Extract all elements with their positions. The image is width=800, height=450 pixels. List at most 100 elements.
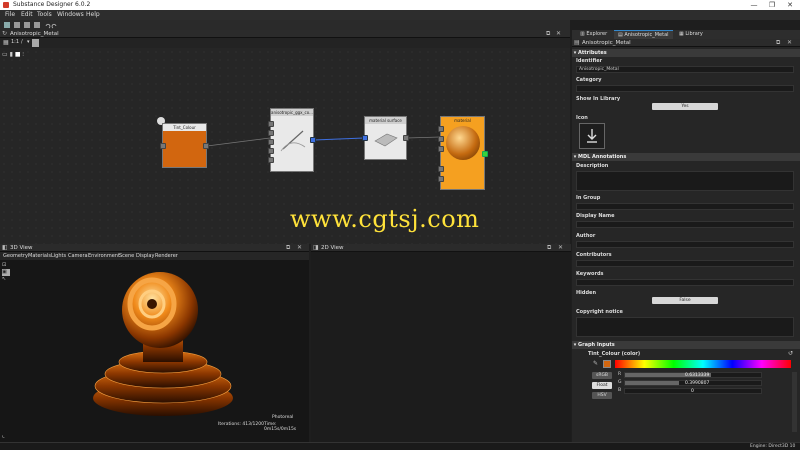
link-surface-output	[406, 136, 441, 139]
minimize-button[interactable]: —	[746, 0, 762, 10]
close-button[interactable]: ✕	[782, 0, 798, 10]
graph-refresh-icon[interactable]: ↻	[2, 30, 7, 38]
in-group-label: In Group	[576, 195, 601, 201]
node-aniso-out-port[interactable]	[310, 137, 316, 143]
node-surface-in-port[interactable]	[362, 135, 368, 141]
view3d-header: ◧ 3D View ⧉ ✕	[0, 244, 309, 252]
section-mdl-annotations[interactable]: ▾ MDL Annotations	[572, 153, 800, 161]
view3d-menu-geometry[interactable]: Geometry	[3, 252, 28, 260]
maximize-button[interactable]: ❐	[764, 0, 780, 10]
eyedropper-icon[interactable]: ✎	[593, 360, 598, 367]
grid-icon[interactable]: ▦	[3, 39, 9, 46]
save-all-icon	[34, 22, 40, 28]
node-output-out-port[interactable]	[482, 151, 488, 157]
node-aniso-port-3[interactable]	[268, 139, 274, 145]
show-in-library-toggle[interactable]: Yes	[652, 103, 718, 110]
node-output-port-1[interactable]	[438, 126, 444, 132]
menu-bar: File Edit Tools Windows Help	[0, 10, 800, 20]
node-aniso-port-1[interactable]	[268, 121, 274, 127]
reset-icon[interactable]: ↺	[788, 350, 793, 357]
copyright-field[interactable]	[576, 317, 794, 337]
node-material-output[interactable]: material	[438, 116, 488, 190]
view3d-menu-lights[interactable]: Lights	[51, 252, 66, 260]
section-attributes[interactable]: ▾ Attributes	[572, 49, 800, 57]
menu-windows[interactable]: Windows	[57, 11, 84, 18]
panel-float-icon[interactable]: ⧉	[546, 30, 550, 38]
node-aniso-port-5[interactable]	[268, 157, 274, 163]
node-surface-out-port[interactable]	[403, 135, 409, 141]
channel-r-label: R	[618, 372, 622, 377]
view2d-close-icon[interactable]: ✕	[558, 244, 563, 252]
save-icon	[24, 22, 30, 28]
graph-panel-header: ↻ Anisotropic_Metal ⧉ ✕	[0, 30, 570, 38]
node-material-surface[interactable]: material surface	[362, 116, 409, 160]
icon-picker[interactable]	[579, 123, 605, 149]
section-graph-inputs[interactable]: ▾ Graph Inputs	[572, 341, 800, 349]
menu-file[interactable]: File	[5, 11, 15, 18]
channel-b-slider[interactable]: 0	[624, 388, 762, 394]
contributors-label: Contributors	[576, 252, 612, 258]
node-output-port-4[interactable]	[438, 166, 444, 172]
mode-srgb-button[interactable]: sRGB	[592, 372, 612, 379]
mode-float-button[interactable]: Float	[592, 382, 612, 389]
properties-scrollbar[interactable]	[792, 372, 797, 432]
channel-r-slider[interactable]: 0.6313339	[624, 372, 762, 378]
node-aniso-port-2[interactable]	[268, 130, 274, 136]
panel-close-icon[interactable]: ✕	[556, 30, 561, 38]
view3d-viewport[interactable]: ⊡ ▣ ↖ Photoreal Iterations: 413/1200 Tim…	[0, 260, 309, 442]
path-field[interactable]	[32, 39, 39, 47]
keywords-field[interactable]	[576, 279, 794, 286]
graph-canvas[interactable]: ▭ ▮ ■ ⫶ Tint_Colour anisotropic_ggx_co..…	[0, 48, 570, 244]
node-output-port-2[interactable]	[438, 136, 444, 142]
identifier-field[interactable]: Anisotropic_Metal	[576, 66, 794, 73]
node-anisotropic[interactable]: anisotropic_ggx_co...	[268, 108, 316, 172]
view3d-menu-scene[interactable]: Scene	[119, 252, 134, 260]
channel-g-slider[interactable]: 0.3990807	[624, 380, 762, 386]
tab-explorer[interactable]: ▥ Explorer	[576, 30, 611, 39]
description-field[interactable]	[576, 171, 794, 191]
view2d-title: 2D View	[321, 245, 344, 251]
view3d-menu-camera[interactable]: Camera	[68, 252, 88, 260]
view2d-header: ◨ 2D View ⧉ ✕	[311, 244, 571, 252]
view3d-close-icon[interactable]: ✕	[297, 244, 302, 252]
category-field[interactable]	[576, 85, 794, 92]
view3d-float-icon[interactable]: ⧉	[286, 244, 290, 252]
render-mode: Photoreal	[272, 415, 294, 420]
view3d-menu-environment[interactable]: Environment	[88, 252, 120, 260]
view2d-viewport[interactable]	[311, 252, 571, 442]
identifier-label: Identifier	[576, 58, 603, 64]
in-group-field[interactable]	[576, 203, 794, 210]
node-tint-colour[interactable]: Tint_Colour	[160, 123, 209, 168]
node-output-port-3[interactable]	[438, 146, 444, 152]
node-tint-in-port[interactable]	[160, 143, 166, 149]
view3d-menu-renderer[interactable]: Renderer	[155, 252, 178, 260]
menu-edit[interactable]: Edit	[21, 11, 33, 18]
color-swatch[interactable]	[603, 360, 611, 368]
contributors-field[interactable]	[576, 260, 794, 267]
tab-library[interactable]: ▦ Library	[675, 30, 707, 39]
view3d-menu-display[interactable]: Display	[136, 252, 154, 260]
hue-bar[interactable]	[615, 360, 791, 368]
properties-header: ▤ Anisotropic_Metal ⧉ ✕	[572, 39, 800, 47]
toolbar-icons	[4, 22, 57, 29]
properties-float-icon[interactable]: ⧉	[776, 39, 780, 47]
node-tint-out-port[interactable]	[203, 143, 209, 149]
author-field[interactable]	[576, 241, 794, 248]
mode-hsv-button[interactable]: HSV	[592, 392, 612, 399]
properties-close-icon[interactable]: ✕	[787, 39, 792, 47]
view2d-icon: ◨	[313, 244, 319, 251]
hidden-toggle[interactable]: False	[652, 297, 718, 304]
zoom-level[interactable]: 1:1	[11, 39, 19, 45]
node-output-port-5[interactable]	[438, 176, 444, 182]
view3d-menu-materials[interactable]: Materials	[28, 252, 51, 260]
material-sphere-preview	[446, 126, 480, 160]
menu-tools[interactable]: Tools	[37, 11, 52, 18]
path-dropdown-icon[interactable]: ▾	[27, 39, 30, 45]
keywords-label: Keywords	[576, 271, 604, 277]
open-icon	[14, 22, 20, 28]
menu-help[interactable]: Help	[86, 11, 100, 18]
graph-toolbar: ▦ 1:1 / ▾	[0, 38, 570, 48]
node-aniso-port-4[interactable]	[268, 148, 274, 154]
display-name-field[interactable]	[576, 221, 794, 228]
view2d-float-icon[interactable]: ⧉	[547, 244, 551, 252]
